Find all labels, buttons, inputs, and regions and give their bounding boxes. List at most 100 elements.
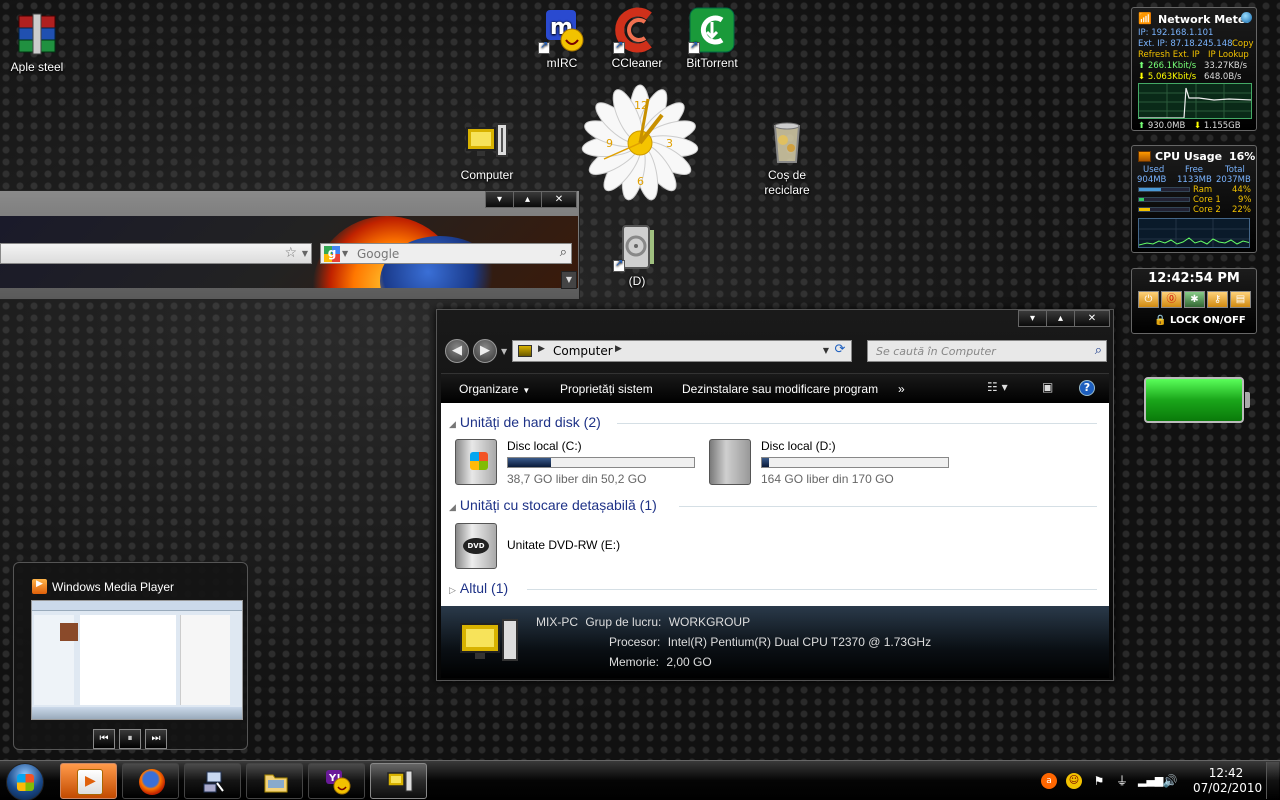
upload-arrow-icon: ⬆ [1138,61,1146,71]
more-commands-button[interactable]: » [898,382,905,396]
address-text[interactable]: Computer [553,344,613,358]
organize-button[interactable]: Organizare ▼ [459,382,530,396]
lock-toggle[interactable]: LOCK ON/OFF [1170,315,1246,326]
windows-logo-icon [470,452,488,470]
group-divider [679,506,1097,507]
address-bar[interactable]: ▶ Computer ▶ ▼ ⟳ [512,340,852,362]
search-icon[interactable]: ⌕ [1095,343,1102,358]
chevron-right-icon[interactable]: ▶ [538,344,545,354]
used-label: Used [1143,165,1165,175]
taskbar-network-tool[interactable] [184,763,241,799]
upload-rate: 33.27KB/s [1204,61,1248,71]
next-track-button[interactable]: ⏭ [145,729,167,749]
volume-icon[interactable]: 🔊 [1162,773,1178,789]
chevron-down-icon[interactable]: ▼ [302,249,308,258]
taskbar-computer-window[interactable] [370,763,427,799]
thumbnail-transport [32,707,242,719]
log-off-icon[interactable]: ⏻ [1138,291,1159,308]
back-button[interactable]: ◀ [445,339,469,363]
padlock-icon[interactable]: 🔒 [1154,315,1166,326]
power-plug-icon[interactable]: ⏚ [1114,773,1130,789]
computer-shortcut[interactable]: Computer [447,118,527,183]
drive-c-usage-fill [508,458,551,467]
cpu-usage-gadget[interactable]: CPU Usage 16% Used Free Total 904MB 1133… [1131,145,1257,253]
maximize-button[interactable]: ▴ [513,191,542,208]
maximize-button[interactable]: ▴ [1046,310,1075,327]
signal-strength-icon[interactable]: ▂▄▆ [1138,773,1163,789]
minimize-button[interactable]: ▾ [1018,310,1047,327]
clock-lock-gadget[interactable]: 12:42:54 PM ⏻ ⓪ ✱ ⚷ ▤ 🔒 LOCK ON/OFF [1131,268,1257,334]
media-player-preview[interactable]: Windows Media Player ⏮ ⏸ ⏭ [13,562,248,750]
key-icon[interactable]: ⚷ [1207,291,1228,308]
avast-tray-icon[interactable]: a [1041,773,1057,789]
refresh-ext-ip-link[interactable]: Refresh Ext. IP [1138,50,1200,60]
taskbar-yahoo-messenger[interactable]: Y! [308,763,365,799]
previous-track-button[interactable]: ⏮ [93,729,115,749]
chevron-down-icon[interactable]: ▼ [823,346,829,355]
copy-link[interactable]: Copy [1232,39,1254,49]
start-button[interactable] [6,763,44,800]
forward-button[interactable]: ▶ [473,339,497,363]
chevron-down-icon[interactable]: ▼ [501,347,507,356]
refresh-icon[interactable]: ⟳ [831,342,849,360]
processor-value: Intel(R) Pentium(R) Dual CPU T2370 @ 1.7… [667,635,932,649]
flower-clock-gadget[interactable]: 12 3 6 9 [580,83,700,203]
show-desktop-button[interactable] [1266,762,1279,799]
view-options-icon[interactable]: ☷ ▾ [987,380,1008,394]
address-bar[interactable]: ☆ ▼ [0,243,312,264]
minimize-button[interactable]: ▾ [485,191,514,208]
firefox-window[interactable]: ▾ ▴ ✕ ☆ ▼ g ▼ Google ⌕ ▼ [0,190,580,300]
network-computer-icon [201,769,227,795]
firefox-titlebar[interactable]: ▾ ▴ ✕ [0,191,579,215]
drive-d-shortcut[interactable]: (D) [597,224,677,289]
bookmark-star-icon[interactable]: ☆ [284,245,297,261]
flower-clock-icon: 12 3 6 9 [581,84,699,201]
drive-d[interactable]: Disc local (D:) 164 GO liber din 170 GO [709,439,969,489]
ram-meter-fill [1139,188,1161,191]
help-icon[interactable]: ? [1079,380,1095,396]
close-button[interactable]: ✕ [541,191,577,208]
ccleaner-shortcut[interactable]: CCleaner [597,6,677,71]
folder-icon[interactable]: ▤ [1230,291,1251,308]
messenger-tray-icon[interactable]: ☺ [1066,773,1082,789]
action-center-flag-icon[interactable]: ⚑ [1091,773,1107,789]
taskbar-firefox[interactable] [122,763,179,799]
other-group-header[interactable]: ▷ Altul (1) [449,580,508,596]
hard-disk-group-header[interactable]: ◢ Unități de hard disk (2) [449,414,601,430]
media-player-thumbnail[interactable] [31,600,243,720]
taskbar-explorer[interactable] [246,763,303,799]
google-icon[interactable]: g [324,246,340,262]
network-meter-gadget[interactable]: 📶 Network Meter IP: 192.168.1.101 Ext. I… [1131,7,1257,131]
aple-steel-icon[interactable]: Aple steel [0,10,77,75]
uninstall-program-button[interactable]: Dezinstalare sau modificare program [682,382,878,396]
battery-icon [1144,377,1250,423]
download-arrow-icon: ⬇ [1194,121,1202,131]
ram-value: 44% [1232,185,1251,195]
search-icon[interactable]: ⌕ [560,245,567,260]
taskbar-media-player[interactable]: ▶ [60,763,117,799]
search-input[interactable]: g ▼ Google ⌕ [320,243,572,264]
settings-icon[interactable]: ✱ [1184,291,1205,308]
globe-icon[interactable] [1241,12,1252,23]
recycle-bin-shortcut[interactable]: Coș de reciclare [747,118,827,198]
drive-c[interactable]: Disc local (C:) 38,7 GO liber din 50,2 G… [455,439,715,489]
pause-button[interactable]: ⏸ [119,729,141,749]
ip-lookup-link[interactable]: IP Lookup [1208,50,1249,60]
dvd-drive[interactable]: DVD Unitate DVD-RW (E:) [455,523,655,573]
bittorrent-shortcut[interactable]: BitTorrent [672,6,752,71]
removable-group-header[interactable]: ◢ Unități cu stocare detașabilă (1) [449,497,657,513]
shutdown-icon[interactable]: ⓪ [1161,291,1182,308]
chevron-down-icon[interactable]: ▼ [342,249,348,258]
folder-icon [263,769,289,795]
command-bar: Organizare ▼ Proprietăți sistem Dezinstal… [441,373,1109,403]
preview-pane-icon[interactable]: ▣ [1042,380,1053,394]
processor-label: Procesor: [609,635,661,649]
tray-clock[interactable]: 12:42 07/02/2010 [1193,766,1262,796]
search-input[interactable]: Se caută în Computer ⌕ [867,340,1107,362]
close-button[interactable]: ✕ [1074,310,1110,327]
mirc-shortcut[interactable]: m mIRC [522,6,602,71]
system-properties-button[interactable]: Proprietăți sistem [560,382,653,396]
explorer-window[interactable]: ▾ ▴ ✕ ◀ ▶ ▼ ▶ Computer ▶ ▼ ⟳ Se caută în… [436,309,1114,681]
scroll-down-button[interactable]: ▼ [561,271,577,289]
chevron-right-icon[interactable]: ▶ [615,344,622,354]
